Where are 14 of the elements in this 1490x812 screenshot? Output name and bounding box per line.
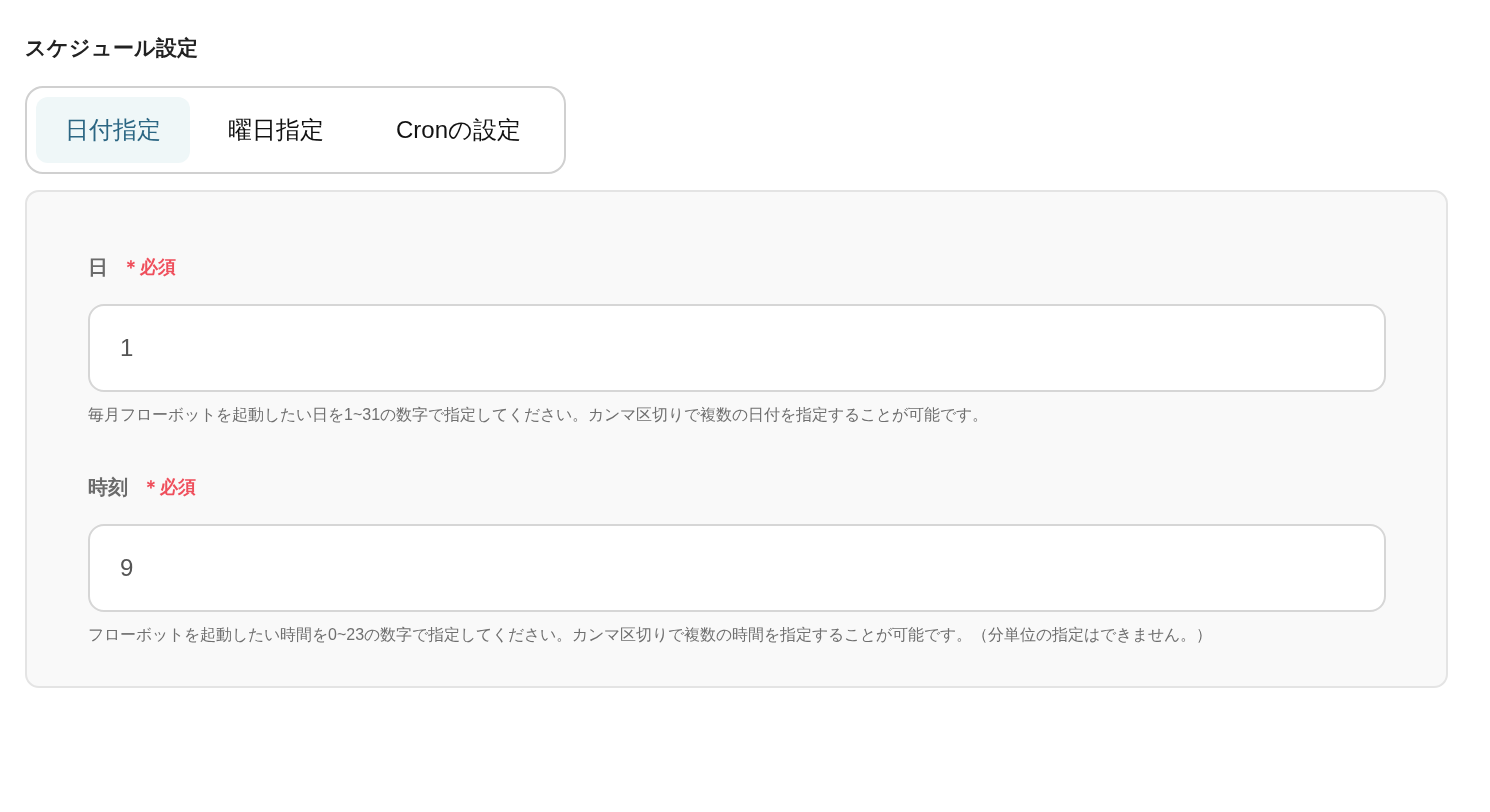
section-title: スケジュール設定 (25, 35, 199, 61)
help-text: 毎月フローボットを起動したい日を1~31の数字で指定してください。カンマ区切りで複数の日付を指定することが可能です。 (88, 405, 990, 425)
field-label: 時刻 (88, 475, 128, 500)
tab[interactable]: 曜日指定 (194, 97, 358, 163)
required-asterisk: ＊ (142, 475, 160, 499)
field-label: 日 (88, 255, 108, 280)
required-label: 必須 (140, 255, 176, 279)
input-field[interactable]: 9 (88, 524, 1386, 612)
help-text: フローボットを起動したい時間を0~23の数字で指定してください。カンマ区切りで複数の時間を指定することが可能です。（分単位の指定はできません。） (88, 625, 1214, 645)
tab[interactable]: 日付指定 (36, 97, 190, 163)
required-label: 必須 (160, 475, 196, 499)
input-field[interactable]: 1 (88, 304, 1386, 392)
required-asterisk: ＊ (122, 255, 140, 279)
tab[interactable]: Cronの設定 (362, 97, 556, 163)
